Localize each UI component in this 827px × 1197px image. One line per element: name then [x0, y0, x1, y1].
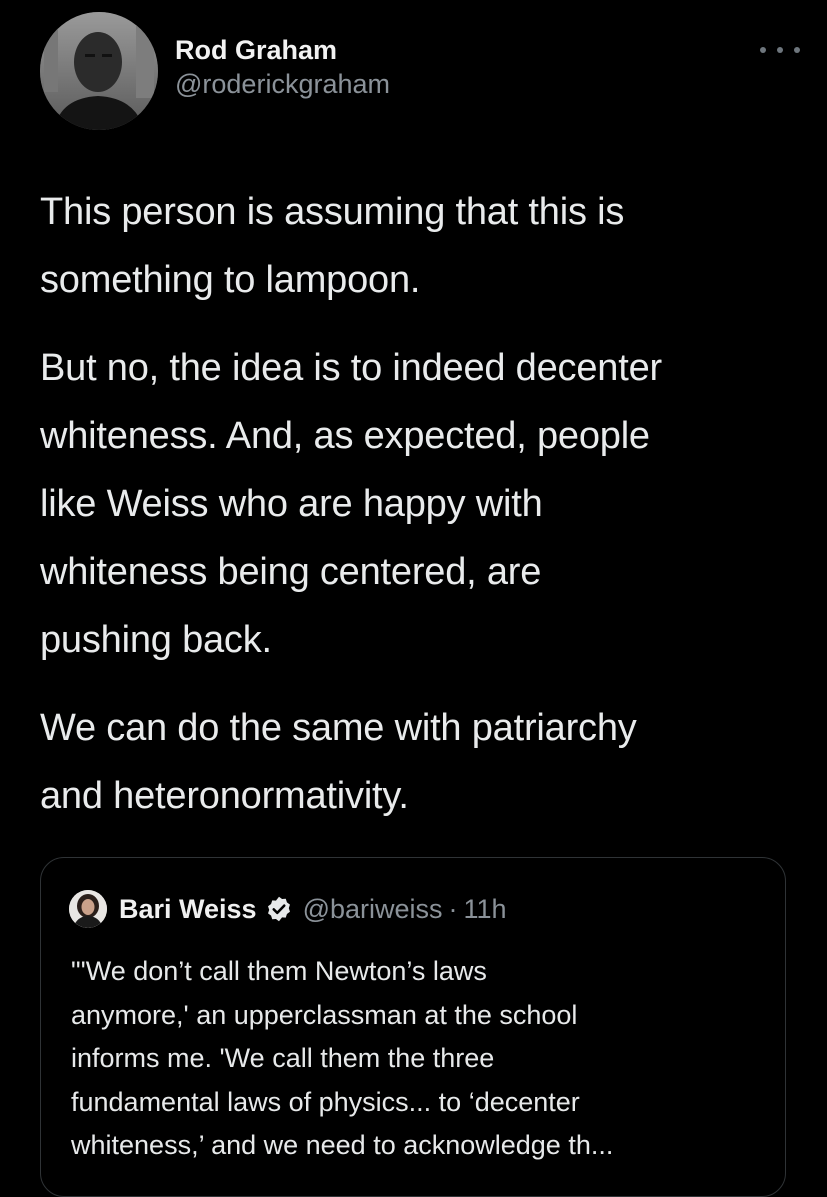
dot-separator: · — [448, 893, 458, 924]
quoted-tweet-text: "'We don’t call them Newton’s laws anymo… — [71, 956, 614, 1160]
author-avatar[interactable] — [40, 12, 158, 130]
quoted-tweet-timestamp[interactable]: 11h — [464, 894, 507, 925]
tweet-header: Rod Graham @roderickgraham — [40, 12, 800, 132]
more-horizontal-icon — [760, 47, 766, 53]
verified-badge-icon — [267, 896, 290, 922]
quoted-author-display-name[interactable]: Bari Weiss — [119, 894, 257, 925]
more-options-button[interactable] — [760, 38, 800, 62]
quoted-author-avatar[interactable] — [69, 890, 107, 928]
author-handle[interactable]: @roderickgraham — [175, 66, 390, 102]
author-display-name[interactable]: Rod Graham — [175, 34, 390, 66]
tweet-paragraph: But no, the idea is to indeed decenter w… — [40, 347, 662, 661]
profile-photo-icon — [40, 12, 158, 130]
more-horizontal-icon-dot — [794, 47, 800, 53]
profile-photo-icon — [69, 890, 107, 928]
quoted-tweet-card[interactable]: Bari Weiss @bariweiss · 11h "'We don’t c… — [40, 857, 786, 1197]
quoted-tweet-header: Bari Weiss @bariweiss · 11h — [69, 888, 507, 930]
tweet-paragraph: This person is assuming that this is som… — [40, 191, 625, 301]
tweet-paragraph: We can do the same with patriarchy and h… — [40, 707, 637, 817]
author-info: Rod Graham @roderickgraham — [175, 34, 390, 102]
more-horizontal-icon-dot — [777, 47, 783, 53]
quoted-author-handle[interactable]: @bariweiss — [303, 894, 443, 925]
tweet-text: This person is assuming that this is som… — [40, 178, 810, 850]
